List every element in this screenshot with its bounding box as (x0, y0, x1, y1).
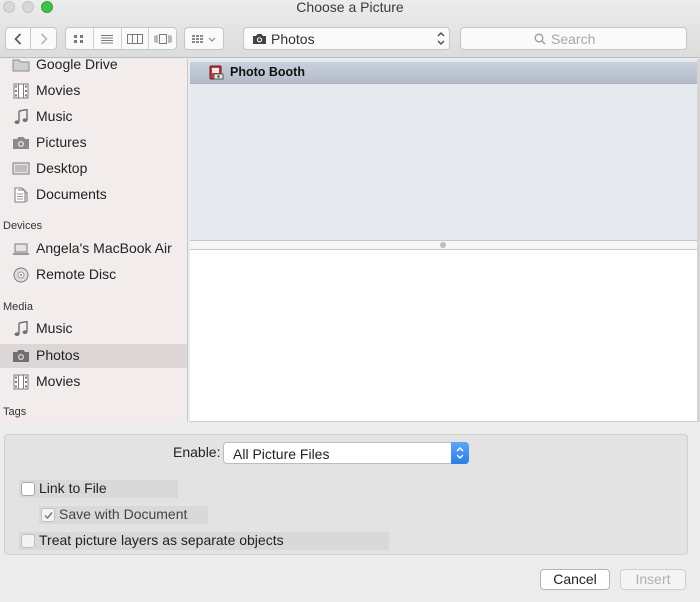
sidebar-item-label: Movies (36, 82, 81, 98)
location-popup[interactable]: Photos (243, 27, 450, 50)
folder-icon (12, 59, 30, 72)
film-icon (13, 374, 29, 390)
link-to-file-label: Link to File (39, 480, 107, 496)
sidebar-section-tags: Tags (3, 406, 27, 418)
sidebar-item-label: Google Drive (36, 59, 118, 72)
checkbox-box[interactable] (21, 482, 35, 496)
disc-icon (13, 267, 29, 283)
enable-label: Enable: (173, 444, 221, 460)
sidebar-item-google-drive[interactable]: Google Drive (0, 59, 187, 77)
search-input[interactable] (551, 30, 671, 48)
camera-icon (253, 34, 266, 44)
list-icon (101, 34, 114, 43)
icon-grid-icon (74, 34, 84, 43)
popup-stepper (451, 442, 469, 464)
icon-view-button[interactable] (66, 28, 94, 49)
search-icon (534, 33, 546, 45)
split-view-divider[interactable] (190, 240, 698, 250)
sidebar-item-media-photos[interactable]: Photos (0, 344, 187, 368)
sidebar-item-documents[interactable]: Documents (0, 183, 187, 207)
sidebar-item-music[interactable]: Music (0, 105, 187, 129)
sidebar-item-label: Music (36, 320, 73, 336)
sidebar: Google Drive Movies Music Pictures Deskt… (0, 59, 188, 422)
divider-handle[interactable] (440, 242, 446, 248)
list-view-button[interactable] (94, 28, 122, 49)
options-panel: Enable: All Picture Files Link to File S… (4, 434, 688, 555)
preview-pane (190, 250, 698, 422)
sidebar-section-devices: Devices (3, 220, 43, 232)
sidebar-item-label: Music (36, 108, 73, 124)
cancel-button[interactable]: Cancel (540, 569, 610, 590)
cover-flow-icon (154, 33, 172, 44)
sidebar-item-media-movies[interactable]: Movies (0, 370, 187, 394)
back-button[interactable] (5, 27, 31, 50)
columns-icon (126, 33, 143, 44)
sidebar-section-media: Media (3, 301, 33, 313)
camera-icon (13, 137, 29, 149)
search-field[interactable] (460, 27, 687, 50)
arrange-button[interactable] (184, 27, 224, 50)
sidebar-item-label: Photos (36, 347, 80, 363)
column-view-button[interactable] (122, 28, 150, 49)
sidebar-item-macbook-air[interactable]: Angela's MacBook Air (0, 237, 187, 261)
photo-booth-icon (209, 65, 224, 80)
sidebar-item-label: Desktop (36, 160, 88, 176)
list-item[interactable]: Photo Booth (190, 62, 698, 84)
film-icon (13, 83, 29, 99)
treat-layers-checkbox[interactable]: Treat picture layers as separate objects (19, 532, 389, 550)
chevron-left-icon (14, 32, 22, 45)
enable-value: All Picture Files (233, 446, 330, 462)
location-label: Photos (271, 31, 315, 47)
updown-chevron-icon (437, 32, 445, 45)
checkbox-box[interactable] (41, 508, 55, 522)
enable-popup[interactable]: All Picture Files (223, 442, 469, 464)
arrange-icon (192, 34, 216, 43)
treat-layers-label: Treat picture layers as separate objects (39, 532, 284, 548)
checkmark-icon (44, 512, 53, 520)
media-browser: Photo Booth (190, 59, 698, 241)
desktop-icon (12, 162, 30, 175)
sidebar-item-label: Remote Disc (36, 266, 117, 282)
save-with-document-checkbox[interactable]: Save with Document (39, 506, 208, 524)
sidebar-item-media-music[interactable]: Music (0, 317, 187, 341)
music-note-icon (14, 109, 28, 124)
sidebar-item-label: Documents (36, 186, 107, 202)
sidebar-item-desktop[interactable]: Desktop (0, 157, 187, 181)
cover-flow-button[interactable] (149, 28, 176, 49)
laptop-icon (12, 243, 30, 255)
forward-button[interactable] (31, 27, 57, 50)
camera-icon (13, 350, 29, 362)
chevron-right-icon (40, 32, 48, 45)
list-item-label: Photo Booth (230, 65, 305, 79)
window-title: Choose a Picture (296, 0, 404, 15)
window-titlebar: Choose a Picture Photos (0, 0, 700, 58)
sidebar-item-label: Movies (36, 373, 81, 389)
insert-button[interactable]: Insert (620, 569, 686, 590)
link-to-file-checkbox[interactable]: Link to File (19, 480, 178, 498)
save-with-document-label: Save with Document (59, 506, 188, 522)
checkbox-box[interactable] (21, 534, 35, 548)
sidebar-item-label: Pictures (36, 134, 87, 150)
updown-chevron-icon (456, 447, 464, 459)
sidebar-item-pictures[interactable]: Pictures (0, 131, 187, 155)
sidebar-item-movies[interactable]: Movies (0, 79, 187, 103)
view-mode-selector (65, 27, 177, 50)
music-note-icon (14, 321, 28, 336)
documents-icon (14, 187, 28, 203)
sidebar-item-label: Angela's MacBook Air (36, 240, 172, 256)
sidebar-item-remote-disc[interactable]: Remote Disc (0, 263, 187, 287)
